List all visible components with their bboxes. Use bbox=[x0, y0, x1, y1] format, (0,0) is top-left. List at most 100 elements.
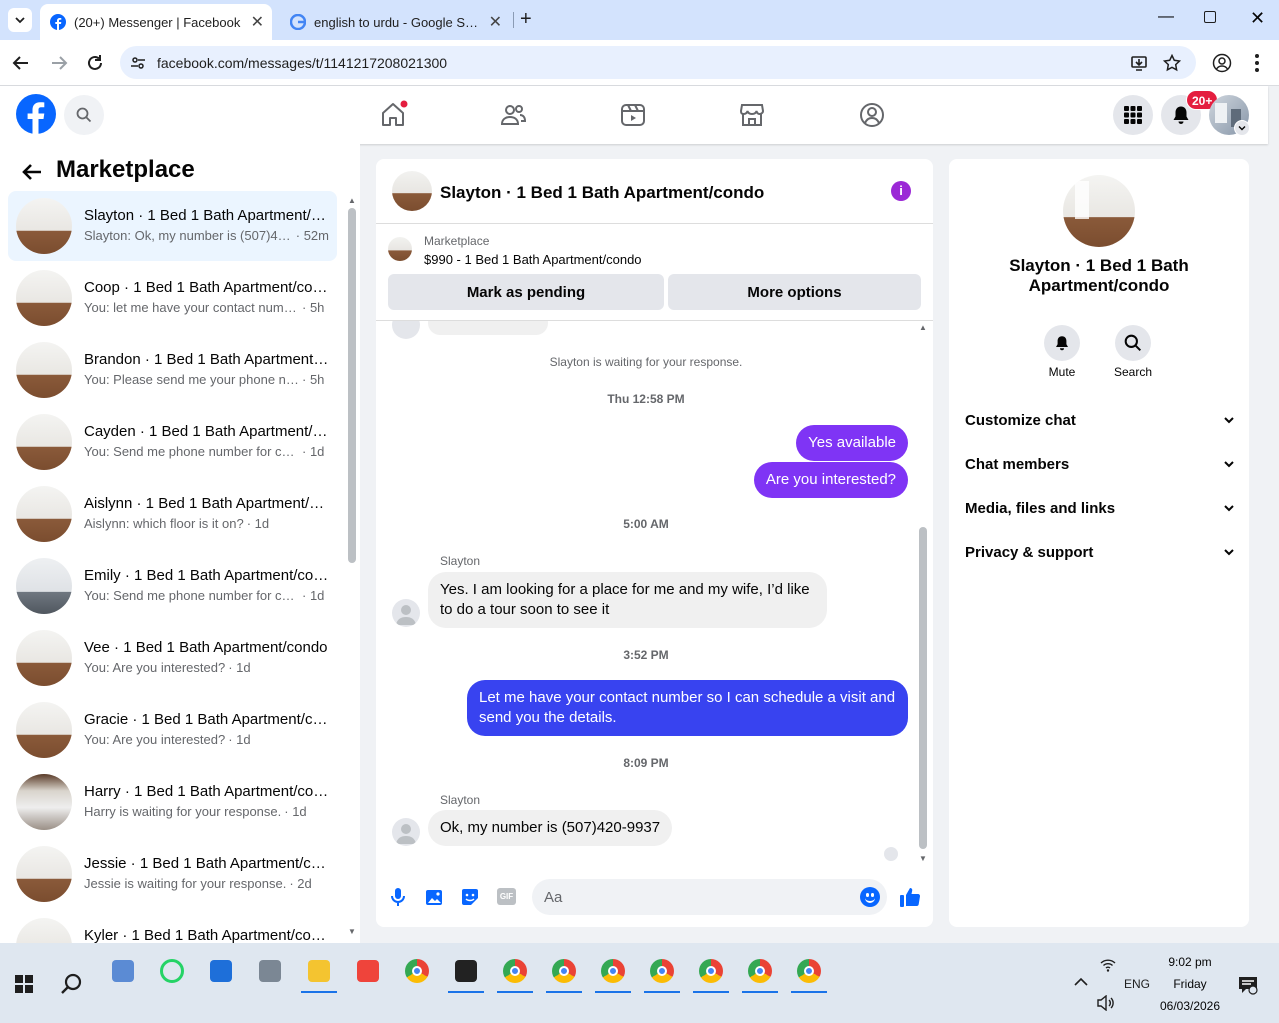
notification-center-icon[interactable] bbox=[1238, 975, 1258, 995]
info-button[interactable]: i bbox=[891, 181, 911, 201]
incoming-message[interactable]: Yes. I am looking for a place for me and… bbox=[428, 572, 827, 628]
outgoing-message[interactable]: Let me have your contact number so I can… bbox=[467, 680, 908, 736]
anydesk-icon[interactable] bbox=[348, 951, 388, 991]
details-option[interactable]: Privacy & support bbox=[965, 530, 1235, 574]
conversation-item[interactable]: Harry · 1 Bed 1 Bath Apartment/condo Harr… bbox=[8, 767, 337, 837]
preview-time: · 5h bbox=[302, 300, 325, 315]
url-bar[interactable]: facebook.com/messages/t/1141217208021300 bbox=[120, 46, 1196, 79]
preview-text: Slayton: Ok, my number is (507)420-9937 bbox=[84, 228, 293, 243]
close-icon[interactable]: ✕ bbox=[489, 12, 502, 32]
home-icon[interactable] bbox=[378, 100, 408, 130]
restore-button[interactable] bbox=[1204, 11, 1216, 23]
chat-scrollbar[interactable]: ▲ ▼ bbox=[918, 323, 928, 863]
conversation-item[interactable]: Jessie · 1 Bed 1 Bath Apartment/condo Jes… bbox=[8, 839, 337, 909]
account-chevron[interactable] bbox=[1234, 120, 1250, 136]
search-icon[interactable] bbox=[60, 972, 84, 996]
mark-as-pending-button[interactable]: Mark as pending bbox=[388, 274, 664, 310]
conversation-name: Aislynn · 1 Bed 1 Bath Apartment/condo bbox=[84, 495, 329, 512]
scrollbar[interactable]: ▲ ▼ bbox=[347, 196, 357, 936]
conversation-avatar bbox=[16, 702, 72, 758]
chrome-icon[interactable] bbox=[642, 951, 682, 993]
sticky-notes-icon[interactable] bbox=[446, 951, 486, 993]
remote-desktop-icon[interactable] bbox=[201, 951, 241, 991]
conversation-name: Slayton · 1 Bed 1 Bath Apartment/condo bbox=[84, 207, 329, 224]
chrome-icon[interactable] bbox=[544, 951, 584, 993]
message-input[interactable]: Aa bbox=[532, 879, 887, 915]
outgoing-message[interactable]: Yes available bbox=[796, 425, 908, 461]
reload-icon[interactable] bbox=[86, 54, 104, 72]
details-option[interactable]: Chat members bbox=[965, 442, 1235, 486]
conversation-preview: You: Send me phone number for contact · 1… bbox=[84, 588, 329, 603]
back-arrow-icon[interactable] bbox=[22, 163, 42, 181]
calculator-icon[interactable] bbox=[250, 951, 290, 991]
bookmark-star-icon[interactable] bbox=[1163, 54, 1181, 72]
tab-google-search[interactable]: english to urdu - Google Search ✕ bbox=[280, 4, 510, 40]
gaming-icon[interactable] bbox=[857, 100, 887, 130]
speaker-icon[interactable] bbox=[1097, 995, 1115, 1011]
sticker-icon[interactable] bbox=[460, 887, 480, 907]
conversation-item[interactable]: Kyler · 1 Bed 1 Bath Apartment/condo bbox=[8, 911, 337, 943]
wifi-icon[interactable] bbox=[1100, 957, 1116, 973]
close-icon[interactable]: ✕ bbox=[251, 12, 264, 32]
chrome-icon[interactable] bbox=[740, 951, 780, 993]
mute-button[interactable] bbox=[1044, 325, 1080, 361]
listing-title[interactable]: $990 - 1 Bed 1 Bath Apartment/condo bbox=[424, 252, 642, 267]
incoming-message[interactable]: Ok, my number is (507)420-9937 bbox=[428, 810, 673, 846]
chrome-icon[interactable] bbox=[593, 951, 633, 993]
tab-title: (20+) Messenger | Facebook bbox=[74, 14, 241, 30]
facebook-search-button[interactable] bbox=[64, 95, 104, 135]
clock-time[interactable]: 9:02 pm bbox=[1155, 955, 1225, 969]
thumbs-up-icon[interactable] bbox=[899, 886, 921, 908]
language-indicator[interactable]: ENG bbox=[1124, 977, 1150, 991]
video-icon[interactable] bbox=[618, 100, 648, 130]
browser-menu-button[interactable] bbox=[1255, 54, 1259, 72]
conversation-item[interactable]: Coop · 1 Bed 1 Bath Apartment/condo You: … bbox=[8, 263, 337, 333]
clock-day[interactable]: Friday bbox=[1155, 977, 1225, 991]
conversation-item[interactable]: Gracie · 1 Bed 1 Bath Apartment/condo You… bbox=[8, 695, 337, 765]
search-icon bbox=[1124, 334, 1142, 352]
photo-icon[interactable] bbox=[425, 887, 445, 907]
profile-icon[interactable] bbox=[1212, 53, 1232, 73]
forward-arrow-icon[interactable] bbox=[50, 54, 68, 72]
conversation-item[interactable]: Cayden · 1 Bed 1 Bath Apartment/condo You… bbox=[8, 407, 337, 477]
chat-title[interactable]: Slayton · 1 Bed 1 Bath Apartment/condo bbox=[440, 183, 880, 203]
install-app-icon[interactable] bbox=[1130, 54, 1148, 72]
microphone-icon[interactable] bbox=[390, 887, 406, 907]
chrome-icon[interactable] bbox=[691, 951, 731, 993]
chrome-icon[interactable] bbox=[789, 951, 829, 993]
minimize-button[interactable]: — bbox=[1158, 8, 1174, 26]
emoji-icon[interactable] bbox=[860, 887, 880, 907]
details-option[interactable]: Media, files and links bbox=[965, 486, 1235, 530]
tab-messenger[interactable]: (20+) Messenger | Facebook ✕ bbox=[40, 4, 272, 40]
details-option[interactable]: Customize chat bbox=[965, 398, 1235, 442]
search-conversation-button[interactable] bbox=[1115, 325, 1151, 361]
chevron-up-icon[interactable] bbox=[1074, 977, 1088, 987]
back-arrow-icon[interactable] bbox=[12, 54, 30, 72]
outgoing-message[interactable]: Are you interested? bbox=[753, 462, 908, 498]
windows-start-icon[interactable] bbox=[15, 975, 33, 993]
menu-button[interactable] bbox=[1113, 95, 1153, 135]
file-explorer-icon[interactable] bbox=[299, 951, 339, 993]
more-options-button[interactable]: More options bbox=[668, 274, 921, 310]
friends-icon[interactable] bbox=[498, 100, 528, 130]
site-settings-icon[interactable] bbox=[130, 55, 146, 71]
facebook-header: 20+ bbox=[0, 86, 1268, 144]
clock-date[interactable]: 06/03/2026 bbox=[1155, 999, 1225, 1013]
conversation-item[interactable]: Vee · 1 Bed 1 Bath Apartment/condo You: A… bbox=[8, 623, 337, 693]
close-window-button[interactable]: ✕ bbox=[1250, 8, 1265, 29]
gif-button[interactable]: GIF bbox=[497, 888, 516, 905]
chat-header-avatar[interactable] bbox=[392, 171, 432, 211]
new-tab-button[interactable]: + bbox=[520, 8, 532, 31]
conversation-item[interactable]: Aislynn · 1 Bed 1 Bath Apartment/condo Ai… bbox=[8, 479, 337, 549]
tab-search-button[interactable] bbox=[8, 8, 32, 32]
marketplace-icon[interactable] bbox=[737, 100, 767, 130]
conversation-item[interactable]: Brandon · 1 Bed 1 Bath Apartment/condo Yo… bbox=[8, 335, 337, 405]
facebook-logo-icon[interactable] bbox=[16, 94, 56, 134]
search-label: Search bbox=[1113, 365, 1153, 379]
chrome-icon[interactable] bbox=[397, 951, 437, 991]
conversation-item[interactable]: Slayton · 1 Bed 1 Bath Apartment/condo Sl… bbox=[8, 191, 337, 261]
whatsapp-icon[interactable] bbox=[152, 951, 192, 991]
chrome-icon[interactable] bbox=[495, 951, 535, 993]
conversation-item[interactable]: Emily · 1 Bed 1 Bath Apartment/condo You:… bbox=[8, 551, 337, 621]
app-icon[interactable] bbox=[103, 951, 143, 991]
